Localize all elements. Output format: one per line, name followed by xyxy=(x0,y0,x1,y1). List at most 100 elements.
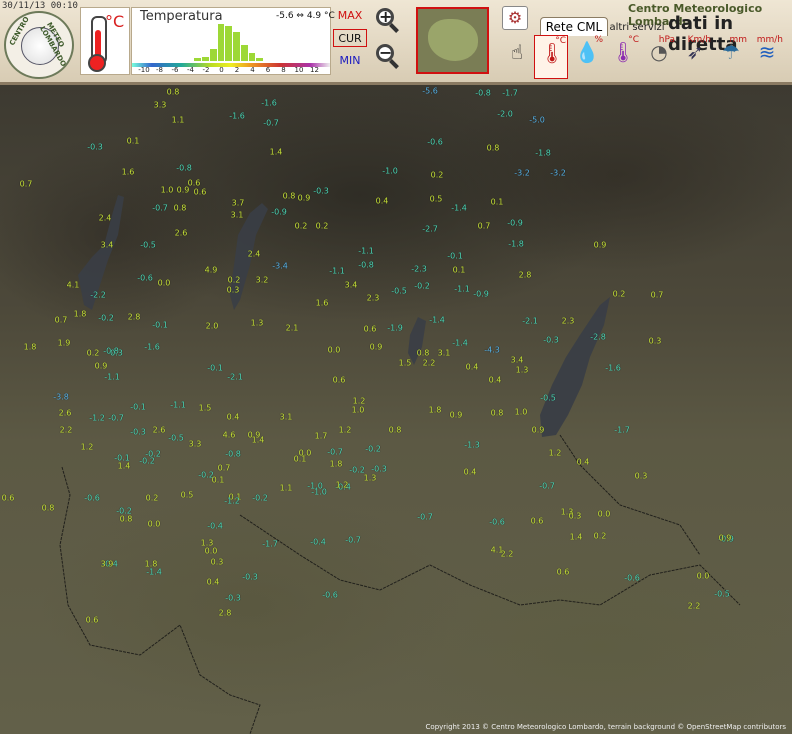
station-value[interactable]: -0.6 xyxy=(489,518,505,527)
station-value[interactable]: 4.1 xyxy=(67,281,80,290)
station-value[interactable]: -0.7 xyxy=(108,414,124,423)
station-value[interactable]: 3.1 xyxy=(438,349,451,358)
station-value[interactable]: -1.1 xyxy=(170,401,186,410)
station-value[interactable]: 1.3 xyxy=(516,366,529,375)
station-value[interactable]: -0.7 xyxy=(263,119,279,128)
station-value[interactable]: 2.8 xyxy=(128,313,141,322)
station-value[interactable]: 0.0 xyxy=(205,547,218,556)
station-value[interactable]: 2.3 xyxy=(367,294,380,303)
station-value[interactable]: -1.2 xyxy=(89,414,105,423)
station-value[interactable]: -1.4 xyxy=(452,339,468,348)
station-value[interactable]: 1.2 xyxy=(81,443,94,452)
station-value[interactable]: -0.3 xyxy=(130,428,146,437)
station-value[interactable]: -0.2 xyxy=(414,282,430,291)
min-button[interactable]: MIN xyxy=(333,52,367,70)
station-value[interactable]: 0.3 xyxy=(227,286,240,295)
station-value[interactable]: 0.0 xyxy=(598,510,611,519)
station-value[interactable]: -0.6 xyxy=(84,494,100,503)
station-value[interactable]: -1.7 xyxy=(262,540,278,549)
station-value[interactable]: 4.6 xyxy=(223,431,236,440)
station-value[interactable]: 1.2 xyxy=(353,397,366,406)
station-value[interactable]: -0.1 xyxy=(152,321,168,330)
station-value[interactable]: -3.4 xyxy=(272,262,288,271)
current-button[interactable]: CUR xyxy=(333,29,367,47)
station-value[interactable]: -0.5 xyxy=(391,287,407,296)
station-value[interactable]: -1.9 xyxy=(387,324,403,333)
station-value[interactable]: 3.7 xyxy=(232,199,245,208)
station-value[interactable]: 0.0 xyxy=(148,520,161,529)
station-value[interactable]: 0.4 xyxy=(376,197,389,206)
station-value[interactable]: 0.1 xyxy=(127,137,140,146)
station-value[interactable]: 0.8 xyxy=(417,349,430,358)
station-value[interactable]: 1.6 xyxy=(122,168,135,177)
station-value[interactable]: 0.2 xyxy=(87,349,100,358)
pressure-button[interactable]: ◔ hPa xyxy=(642,35,676,79)
station-value[interactable]: -1.1 xyxy=(454,285,470,294)
station-value[interactable]: -2.7 xyxy=(422,225,438,234)
zoom-out-icon[interactable]: − xyxy=(374,42,402,70)
station-value[interactable]: 1.5 xyxy=(399,359,412,368)
station-value[interactable]: -0.7 xyxy=(417,513,433,522)
station-value[interactable]: 0.9 xyxy=(370,343,383,352)
data-cursor-icon[interactable]: ☝ xyxy=(500,35,534,79)
station-value[interactable]: -0.3 xyxy=(313,187,329,196)
zoom-in-icon[interactable]: + xyxy=(374,6,402,34)
station-value[interactable]: 2.3 xyxy=(562,317,575,326)
station-value[interactable]: -0.4 xyxy=(310,538,326,547)
station-value[interactable]: 0.8 xyxy=(167,88,180,97)
station-value[interactable]: -2.1 xyxy=(522,317,538,326)
station-value[interactable]: -0.4 xyxy=(207,522,223,531)
station-value[interactable]: 0.8 xyxy=(491,409,504,418)
station-value[interactable]: -1.6 xyxy=(605,364,621,373)
station-value[interactable]: 0.8 xyxy=(174,204,187,213)
station-value[interactable]: 1.0 xyxy=(352,406,365,415)
station-value[interactable]: -0.9 xyxy=(473,290,489,299)
station-value[interactable]: -0.5 xyxy=(540,394,556,403)
station-value[interactable]: 0.9 xyxy=(532,426,545,435)
station-value[interactable]: 0.7 xyxy=(218,464,231,473)
station-value[interactable]: 0.0 xyxy=(697,572,710,581)
station-value[interactable]: 0.9 xyxy=(594,241,607,250)
station-value[interactable]: 0.2 xyxy=(431,171,444,180)
station-value[interactable]: -0.7 xyxy=(539,482,555,491)
station-value[interactable]: 1.8 xyxy=(429,406,442,415)
station-value[interactable]: 1.8 xyxy=(74,310,87,319)
station-value[interactable]: 3.4 xyxy=(345,281,358,290)
station-value[interactable]: -0.3 xyxy=(225,594,241,603)
station-value[interactable]: -0.8 xyxy=(475,89,491,98)
station-value[interactable]: 0.6 xyxy=(86,616,99,625)
station-value[interactable]: 4.9 xyxy=(205,266,218,275)
station-value[interactable]: 0.9 xyxy=(450,411,463,420)
station-value[interactable]: 1.8 xyxy=(330,460,343,469)
station-value[interactable]: -0.3 xyxy=(242,573,258,582)
station-value[interactable]: 0.6 xyxy=(557,568,570,577)
station-value[interactable]: -3.2 xyxy=(514,169,530,178)
station-value[interactable]: 1.3 xyxy=(364,474,377,483)
station-value[interactable]: -0.3 xyxy=(87,143,103,152)
station-value[interactable]: -0.2 xyxy=(349,466,365,475)
station-value[interactable]: -0.8 xyxy=(225,450,241,459)
station-value[interactable]: 2.0 xyxy=(206,322,219,331)
station-value[interactable]: 1.0 xyxy=(161,186,174,195)
station-value[interactable]: 1.0 xyxy=(515,408,528,417)
station-value[interactable]: -2.0 xyxy=(497,110,513,119)
station-value[interactable]: 0.4 xyxy=(227,413,240,422)
station-value[interactable]: 3.1 xyxy=(231,211,244,220)
station-value[interactable]: -1.7 xyxy=(502,89,518,98)
station-value[interactable]: 0.8 xyxy=(283,192,296,201)
station-value[interactable]: -3.8 xyxy=(53,393,69,402)
station-value[interactable]: 1.3 xyxy=(251,319,264,328)
station-value[interactable]: 1.2 xyxy=(549,449,562,458)
station-value[interactable]: -1.0 xyxy=(311,488,327,497)
station-value[interactable]: -0.7 xyxy=(152,204,168,213)
station-value[interactable]: 0.4 xyxy=(577,458,590,467)
station-value[interactable]: 0.2 xyxy=(594,532,607,541)
station-value[interactable]: 0.1 xyxy=(491,198,504,207)
station-value[interactable]: 0.0 xyxy=(158,279,171,288)
station-value[interactable]: -0.5 xyxy=(168,434,184,443)
station-value[interactable]: -0.2 xyxy=(365,445,381,454)
station-value[interactable]: 3.9 xyxy=(101,560,114,569)
max-button[interactable]: MAX xyxy=(333,7,367,25)
station-value[interactable]: -0.6 xyxy=(137,274,153,283)
station-value[interactable]: 0.8 xyxy=(389,426,402,435)
